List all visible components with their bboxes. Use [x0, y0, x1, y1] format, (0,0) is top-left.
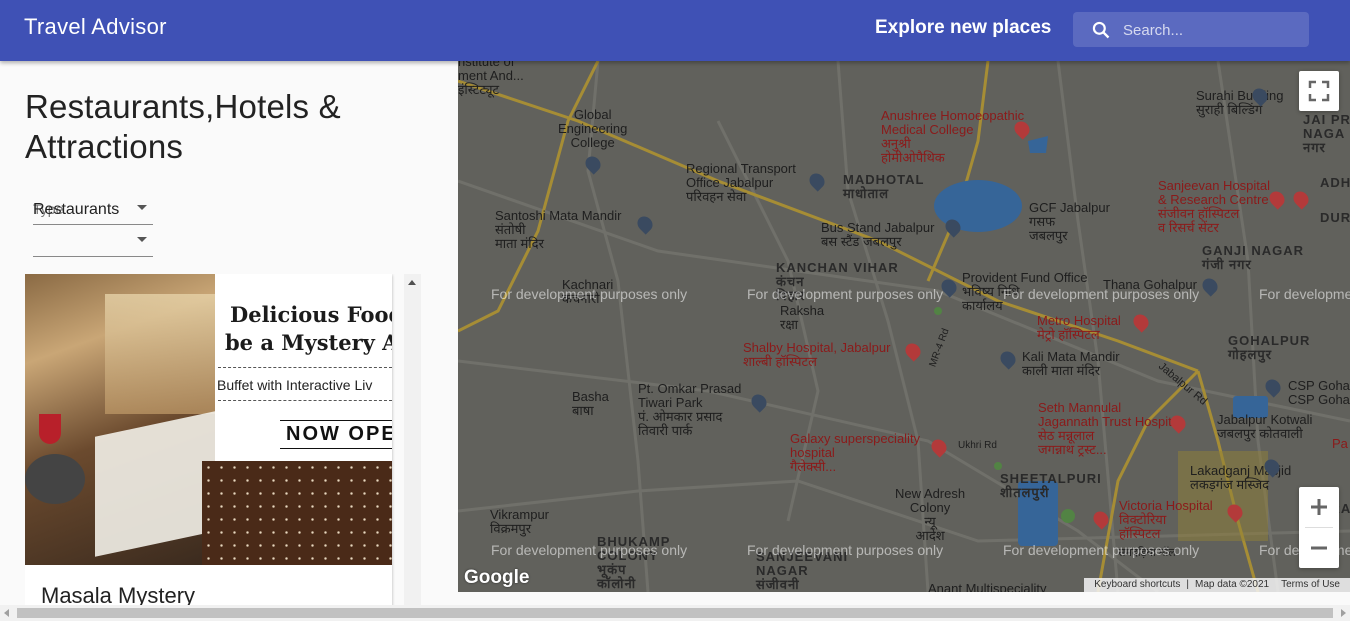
divider	[218, 367, 392, 368]
terms-link[interactable]: Terms of Use	[1281, 579, 1340, 590]
type-select[interactable]: Type Restaurants	[33, 193, 153, 225]
places-panel: Restaurants,Hotels & Attractions Type Re…	[0, 61, 458, 605]
map-watermark: For development purposes only	[1003, 286, 1200, 302]
app-bar: Travel Advisor Explore new places	[0, 0, 1350, 61]
map-label-shalby: Shalby Hospital, Jabalpur शाल्बी हॉस्पिट…	[743, 340, 891, 369]
map-label-sheetalpuri: SHEETALPURI शीतलपुरी	[1000, 471, 1102, 500]
map-attribution: Keyboard shortcuts | Map data ©2021 Terms o…	[1084, 578, 1350, 592]
map-label-basha: Basha बाषा	[572, 389, 609, 418]
ad-headline-1: Delicious Food T	[230, 302, 392, 327]
ad-pattern	[202, 461, 392, 565]
map-label-adh: ADH	[1320, 175, 1350, 190]
map-label-kali-mata: Kali Mata Mandir काली माता मंदिर	[1022, 349, 1120, 378]
map-label-institute: nstitute of ment And... इंस्टिट्यूट	[458, 61, 524, 97]
map-watermark: For development purposes only	[747, 542, 944, 558]
map-label-vikrampur: Vikrampur विक्रमपुर	[490, 507, 550, 536]
minus-icon	[1311, 546, 1327, 550]
place-image: Delicious Food T be a Mystery Any Buffet…	[25, 274, 392, 565]
page-title: Restaurants,Hotels & Attractions	[25, 88, 341, 165]
fullscreen-icon	[1308, 80, 1330, 102]
map-label-madhotal: MADHOTAL माधोताल	[843, 172, 925, 201]
search-icon	[1092, 21, 1110, 39]
type-select-value: Restaurants	[33, 201, 120, 218]
plus-icon	[1311, 499, 1327, 515]
scroll-up-icon[interactable]	[408, 280, 416, 285]
vertical-scrollbar[interactable]	[404, 274, 421, 605]
dropdown-arrow-icon	[137, 205, 147, 210]
map-label-global-college: Global Engineering College	[558, 107, 628, 150]
map[interactable]: nstitute of ment And... इंस्टिट्यूट Glob…	[458, 61, 1350, 592]
zoom-control	[1299, 487, 1339, 568]
map-watermark: For development purposes only	[491, 286, 688, 302]
map-label-omkar-park: Pt. Omkar Prasad Tiwari Park पं. ओमकार प…	[638, 381, 742, 438]
divider	[218, 400, 392, 401]
scroll-right-icon[interactable]	[1341, 609, 1346, 617]
map-label-raksha: Raksha रक्षा	[780, 303, 825, 332]
map-label-dur: DUR	[1320, 210, 1350, 225]
map-watermark: For development purposes only	[491, 542, 688, 558]
keyboard-shortcuts-link[interactable]: Keyboard shortcuts	[1094, 579, 1180, 590]
map-label-anant: Anant Multispeciality	[928, 581, 1047, 593]
scroll-left-icon[interactable]	[4, 609, 9, 617]
restaurant-photo	[25, 274, 215, 565]
map-label-rto: Regional Transport Office Jabalpur परिवह…	[686, 161, 796, 204]
google-logo: Google	[464, 567, 530, 588]
zoom-in-button[interactable]	[1299, 487, 1339, 527]
map-label-ganji-nagar: GANJI NAGAR गंजी नगर	[1202, 243, 1305, 272]
map-label-gohalpur: GOHALPUR गोहलपुर	[1228, 333, 1311, 362]
zoom-out-button[interactable]	[1299, 528, 1339, 568]
ad-cta: NOW OPE	[280, 420, 392, 449]
map-label-sanjeevan: Sanjeevan Hospital & Research Centre संज…	[1158, 178, 1271, 235]
map-label-metro: Metro Hospital मेट्रो हॉस्पिटल	[1037, 313, 1121, 342]
map-watermark: For development purposes only	[1259, 286, 1350, 302]
map-label-bus-stand: Bus Stand Jabalpur बस स्टैंड जबलपुर	[821, 220, 935, 249]
ad-subtitle: Buffet with Interactive Liv	[217, 377, 373, 393]
place-card[interactable]: Delicious Food T be a Mystery Any Buffet…	[25, 274, 392, 605]
map-label-kotwali: Jabalpur Kotwali जबलपुर कोतवाली	[1217, 412, 1313, 441]
map-label-csp: CSP Goha CSP Gohalpu	[1288, 378, 1350, 407]
place-name: Masala Mystery	[41, 583, 196, 605]
map-label-victoria: Victoria Hospital विक्टोरिया हॉस्पिटल	[1119, 498, 1213, 541]
map-label-homoeopathic: Anushree Homoeopathic Medical College अन…	[881, 108, 1025, 165]
map-label-santoshi: Santoshi Mata Mandir संतोषी माता मंदिर	[495, 208, 622, 251]
map-watermark: For development purposes only	[747, 286, 944, 302]
map-label-jai-preeti: JAI PRE NAGA नगर	[1303, 112, 1350, 155]
rating-select[interactable]	[33, 225, 153, 257]
horizontal-scrollbar[interactable]	[0, 605, 1350, 621]
map-label-gcf: GCF Jabalpur गसफ जबलपुर	[1029, 200, 1110, 243]
dropdown-arrow-icon	[137, 237, 147, 242]
map-watermark: For development purposes only	[1003, 542, 1200, 558]
map-data-text: Map data ©2021	[1195, 579, 1270, 590]
scrollbar-thumb[interactable]	[17, 608, 1333, 618]
explore-label: Explore new places	[875, 17, 1052, 38]
map-label-seth-mannulal: Seth Mannulal Jagannath Trust Hospital स…	[1038, 400, 1182, 457]
fullscreen-button[interactable]	[1299, 71, 1339, 111]
map-label-galaxy: Galaxy superspeciality hospital गैलेक्सी…	[790, 431, 921, 474]
map-label-ukhri-rd: Ukhri Rd	[958, 440, 997, 451]
places-list[interactable]: Delicious Food T be a Mystery Any Buffet…	[25, 274, 421, 605]
search-input[interactable]	[1121, 18, 1305, 42]
map-label-pa: Pa	[1332, 436, 1348, 451]
ad-headline-2: be a Mystery Any	[225, 330, 392, 355]
search-box[interactable]	[1073, 12, 1309, 47]
map-label-new-adresh: New Adresh Colony न्यू आदेश	[895, 486, 966, 543]
map-label-surahi: Surahi Building सुराही बिल्डिंग	[1196, 88, 1283, 117]
app-title: Travel Advisor	[24, 14, 167, 39]
